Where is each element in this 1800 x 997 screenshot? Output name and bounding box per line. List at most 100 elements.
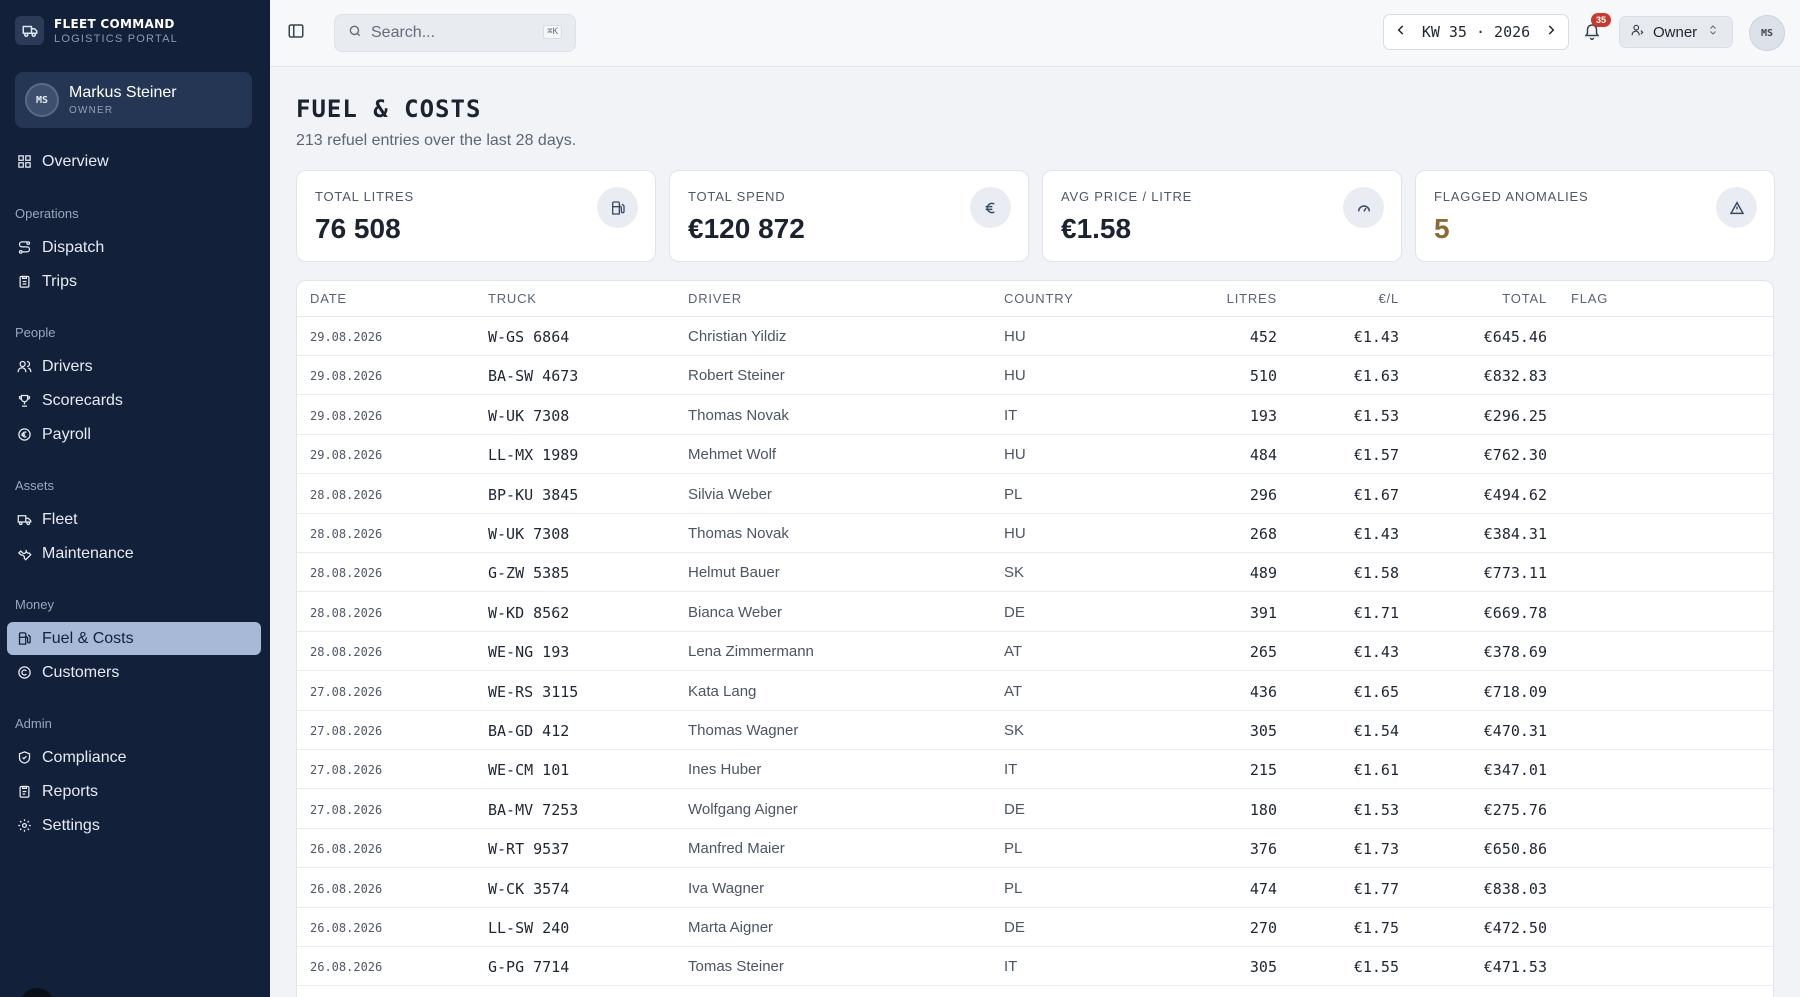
- sidebar-item-fleet[interactable]: Fleet: [7, 503, 261, 536]
- table-row[interactable]: 28.08.2026 G-ZW 5385 Helmut Bauer SK 489 €1.5…: [297, 553, 1773, 593]
- cell-price: €1.58: [1353, 564, 1399, 583]
- column-header-country[interactable]: COUNTRY: [1004, 291, 1074, 306]
- cell-litres: 474: [1249, 879, 1277, 898]
- cell-litres: 270: [1249, 919, 1277, 937]
- cell-price: €1.71: [1353, 603, 1399, 622]
- kpi-value: 5: [1434, 213, 1450, 244]
- sidebar-item-reports[interactable]: Reports: [7, 775, 261, 808]
- sidebar-item-dispatch[interactable]: Dispatch: [7, 231, 261, 264]
- cell-price: €1.73: [1353, 840, 1399, 859]
- table-row[interactable]: 27.08.2026 WE-RS 3115 Kata Lang AT 436 €1.65 €…: [297, 672, 1773, 711]
- table-row[interactable]: 28.08.2026 W-UK 7308 Thomas Novak HU 268 €1.4…: [297, 514, 1773, 553]
- cell-price: €1.43: [1353, 643, 1399, 662]
- user-card[interactable]: MS Markus Steiner OWNER: [15, 72, 252, 128]
- column-header-litres[interactable]: LITRES: [1177, 291, 1277, 306]
- table-row[interactable]: 26.08.2026 W-CK 3574 Iva Wagner PL 474 €1.77 €…: [297, 869, 1773, 908]
- table-row[interactable]: 28.08.2026 WE-NG 193 Lena Zimmermann AT 265 €…: [297, 632, 1773, 672]
- cell-country: PL: [1004, 485, 1023, 503]
- table-row[interactable]: 29.08.2026 W-UK 7308 Thomas Novak IT 193 €1.5…: [297, 396, 1773, 435]
- sidebar-item-label: Overview: [42, 152, 109, 170]
- table-row[interactable]: 27.08.2026 WE-CM 101 Ines Huber IT 215 €1.61 €…: [297, 750, 1773, 790]
- kpi-value: 76 508: [315, 213, 401, 244]
- cell-driver: Wolfgang Aigner: [688, 800, 798, 818]
- sidebar-item-overview[interactable]: Overview: [7, 145, 261, 178]
- cell-total: €669.78: [1483, 603, 1547, 622]
- cell-country: HU: [1004, 367, 1026, 385]
- cell-truck: W-KD 8562: [488, 603, 570, 622]
- table-row[interactable]: 26.08.2026 LL-SW 240 Marta Aigner DE 270 €1.7…: [297, 908, 1773, 947]
- nav-section-money: Money: [15, 597, 55, 612]
- kpi-label: FLAGGED ANOMALIES: [1434, 189, 1589, 204]
- table-row[interactable]: 28.08.2026 W-KD 8562 Bianca Weber DE 391 €1.7…: [297, 593, 1773, 632]
- cell-litres: 305: [1249, 958, 1277, 977]
- cell-country: DE: [1004, 919, 1025, 936]
- brand-subtitle: LOGISTICS PORTAL: [54, 32, 178, 45]
- cell-price: €1.53: [1353, 800, 1399, 819]
- table-row[interactable]: 27.08.2026 BA-GD 412 Thomas Wagner SK 305 €1.…: [297, 711, 1773, 750]
- table-row[interactable]: 28.08.2026 BP-KU 3845 Silvia Weber PL 296 €1.…: [297, 475, 1773, 514]
- cell-truck: W-UK 7308: [488, 525, 570, 543]
- chevron-left-icon[interactable]: [1394, 23, 1408, 42]
- brand[interactable]: FLEET COMMAND LOGISTICS PORTAL: [15, 16, 178, 45]
- cell-truck: WE-CM 101: [488, 761, 570, 780]
- cell-country: AT: [1004, 643, 1023, 661]
- kpi-card-total-litres: TOTAL LITRES 76 508: [296, 170, 656, 262]
- week-label: KW 35 · 2026: [1421, 23, 1531, 41]
- nav-section-assets: Assets: [15, 478, 55, 493]
- users-icon: [16, 359, 32, 375]
- sidebar-item-settings[interactable]: Settings: [7, 809, 261, 842]
- cell-price: €1.63: [1353, 367, 1399, 386]
- sidebar-item-trips[interactable]: Trips: [7, 265, 261, 298]
- nav-section-people: People: [15, 325, 56, 340]
- route-icon: [16, 240, 32, 256]
- sidebar-item-drivers[interactable]: Drivers: [7, 350, 261, 383]
- cell-date: 28.08.2026: [310, 527, 383, 541]
- cell-litres: 452: [1249, 328, 1277, 346]
- sidebar-item-label: Compliance: [42, 748, 127, 766]
- cell-price: €1.65: [1353, 682, 1399, 701]
- cell-total: €275.76: [1483, 800, 1547, 819]
- sidebar-item-compliance[interactable]: Compliance: [7, 741, 261, 774]
- cell-truck: BP-KU 3845: [488, 485, 579, 504]
- fuel-table: DATE TRUCK DRIVER COUNTRY LITRES €/L TOT…: [296, 280, 1774, 997]
- search-shortcut: ⌘K: [543, 25, 562, 39]
- help-avatar[interactable]: [20, 988, 54, 997]
- role-select[interactable]: Owner: [1619, 16, 1733, 48]
- column-header-flag[interactable]: FLAG: [1571, 291, 1608, 306]
- sidebar-item-scorecards[interactable]: Scorecards: [7, 384, 261, 417]
- sidebar-item-fuel-costs[interactable]: Fuel & Costs: [7, 622, 261, 655]
- table-row[interactable]: 29.08.2026 BA-SW 4673 Robert Steiner HU 510 €…: [297, 356, 1773, 396]
- column-header-price[interactable]: €/L: [1299, 291, 1399, 306]
- sidebar-item-label: Scorecards: [42, 391, 123, 409]
- search-input[interactable]: [371, 24, 531, 42]
- table-header: DATE TRUCK DRIVER COUNTRY LITRES €/L TOT…: [297, 281, 1773, 317]
- table-row[interactable]: 27.08.2026 BA-MV 7253 Wolfgang Aigner DE 180…: [297, 790, 1773, 829]
- cell-driver: Tomas Steiner: [688, 958, 784, 976]
- sidebar-item-maintenance[interactable]: Maintenance: [7, 537, 261, 570]
- column-header-driver[interactable]: DRIVER: [688, 291, 742, 306]
- cell-driver: Lena Zimmermann: [688, 643, 814, 661]
- sidebar-toggle-icon[interactable]: [287, 22, 307, 42]
- search-box[interactable]: ⌘K: [334, 14, 576, 52]
- table-row[interactable]: 26.08.2026 G-PG 7714 Tomas Steiner IT 305 €1.…: [297, 947, 1773, 987]
- avatar[interactable]: MS: [1749, 15, 1785, 51]
- column-header-total[interactable]: TOTAL: [1397, 291, 1547, 306]
- table-row[interactable]: 26.08.2026 W-RT 9537 Manfred Maier PL 376 €1.…: [297, 829, 1773, 869]
- cell-total: €650.86: [1483, 840, 1547, 859]
- kpi-label: TOTAL LITRES: [315, 189, 414, 204]
- sidebar-item-payroll[interactable]: Payroll: [7, 418, 261, 451]
- cell-date: 29.08.2026: [310, 369, 383, 384]
- table-row[interactable]: 29.08.2026 LL-MX 1989 Mehmet Wolf HU 484 €1.5…: [297, 435, 1773, 475]
- cell-litres: 193: [1249, 406, 1277, 425]
- warning-triangle-icon: [1716, 187, 1757, 228]
- chevron-right-icon[interactable]: [1544, 23, 1558, 42]
- column-header-date[interactable]: DATE: [310, 291, 347, 306]
- cell-truck: G-ZW 5385: [488, 564, 570, 583]
- cell-driver: Kata Lang: [688, 682, 757, 700]
- cell-country: DE: [1004, 603, 1025, 621]
- sidebar-item-customers[interactable]: Customers: [7, 656, 261, 689]
- truck-icon: [16, 512, 32, 528]
- cell-date: 29.08.2026: [310, 408, 383, 423]
- column-header-truck[interactable]: TRUCK: [488, 291, 537, 306]
- table-row[interactable]: 29.08.2026 W-GS 6864 Christian Yildiz HU 452…: [297, 317, 1773, 356]
